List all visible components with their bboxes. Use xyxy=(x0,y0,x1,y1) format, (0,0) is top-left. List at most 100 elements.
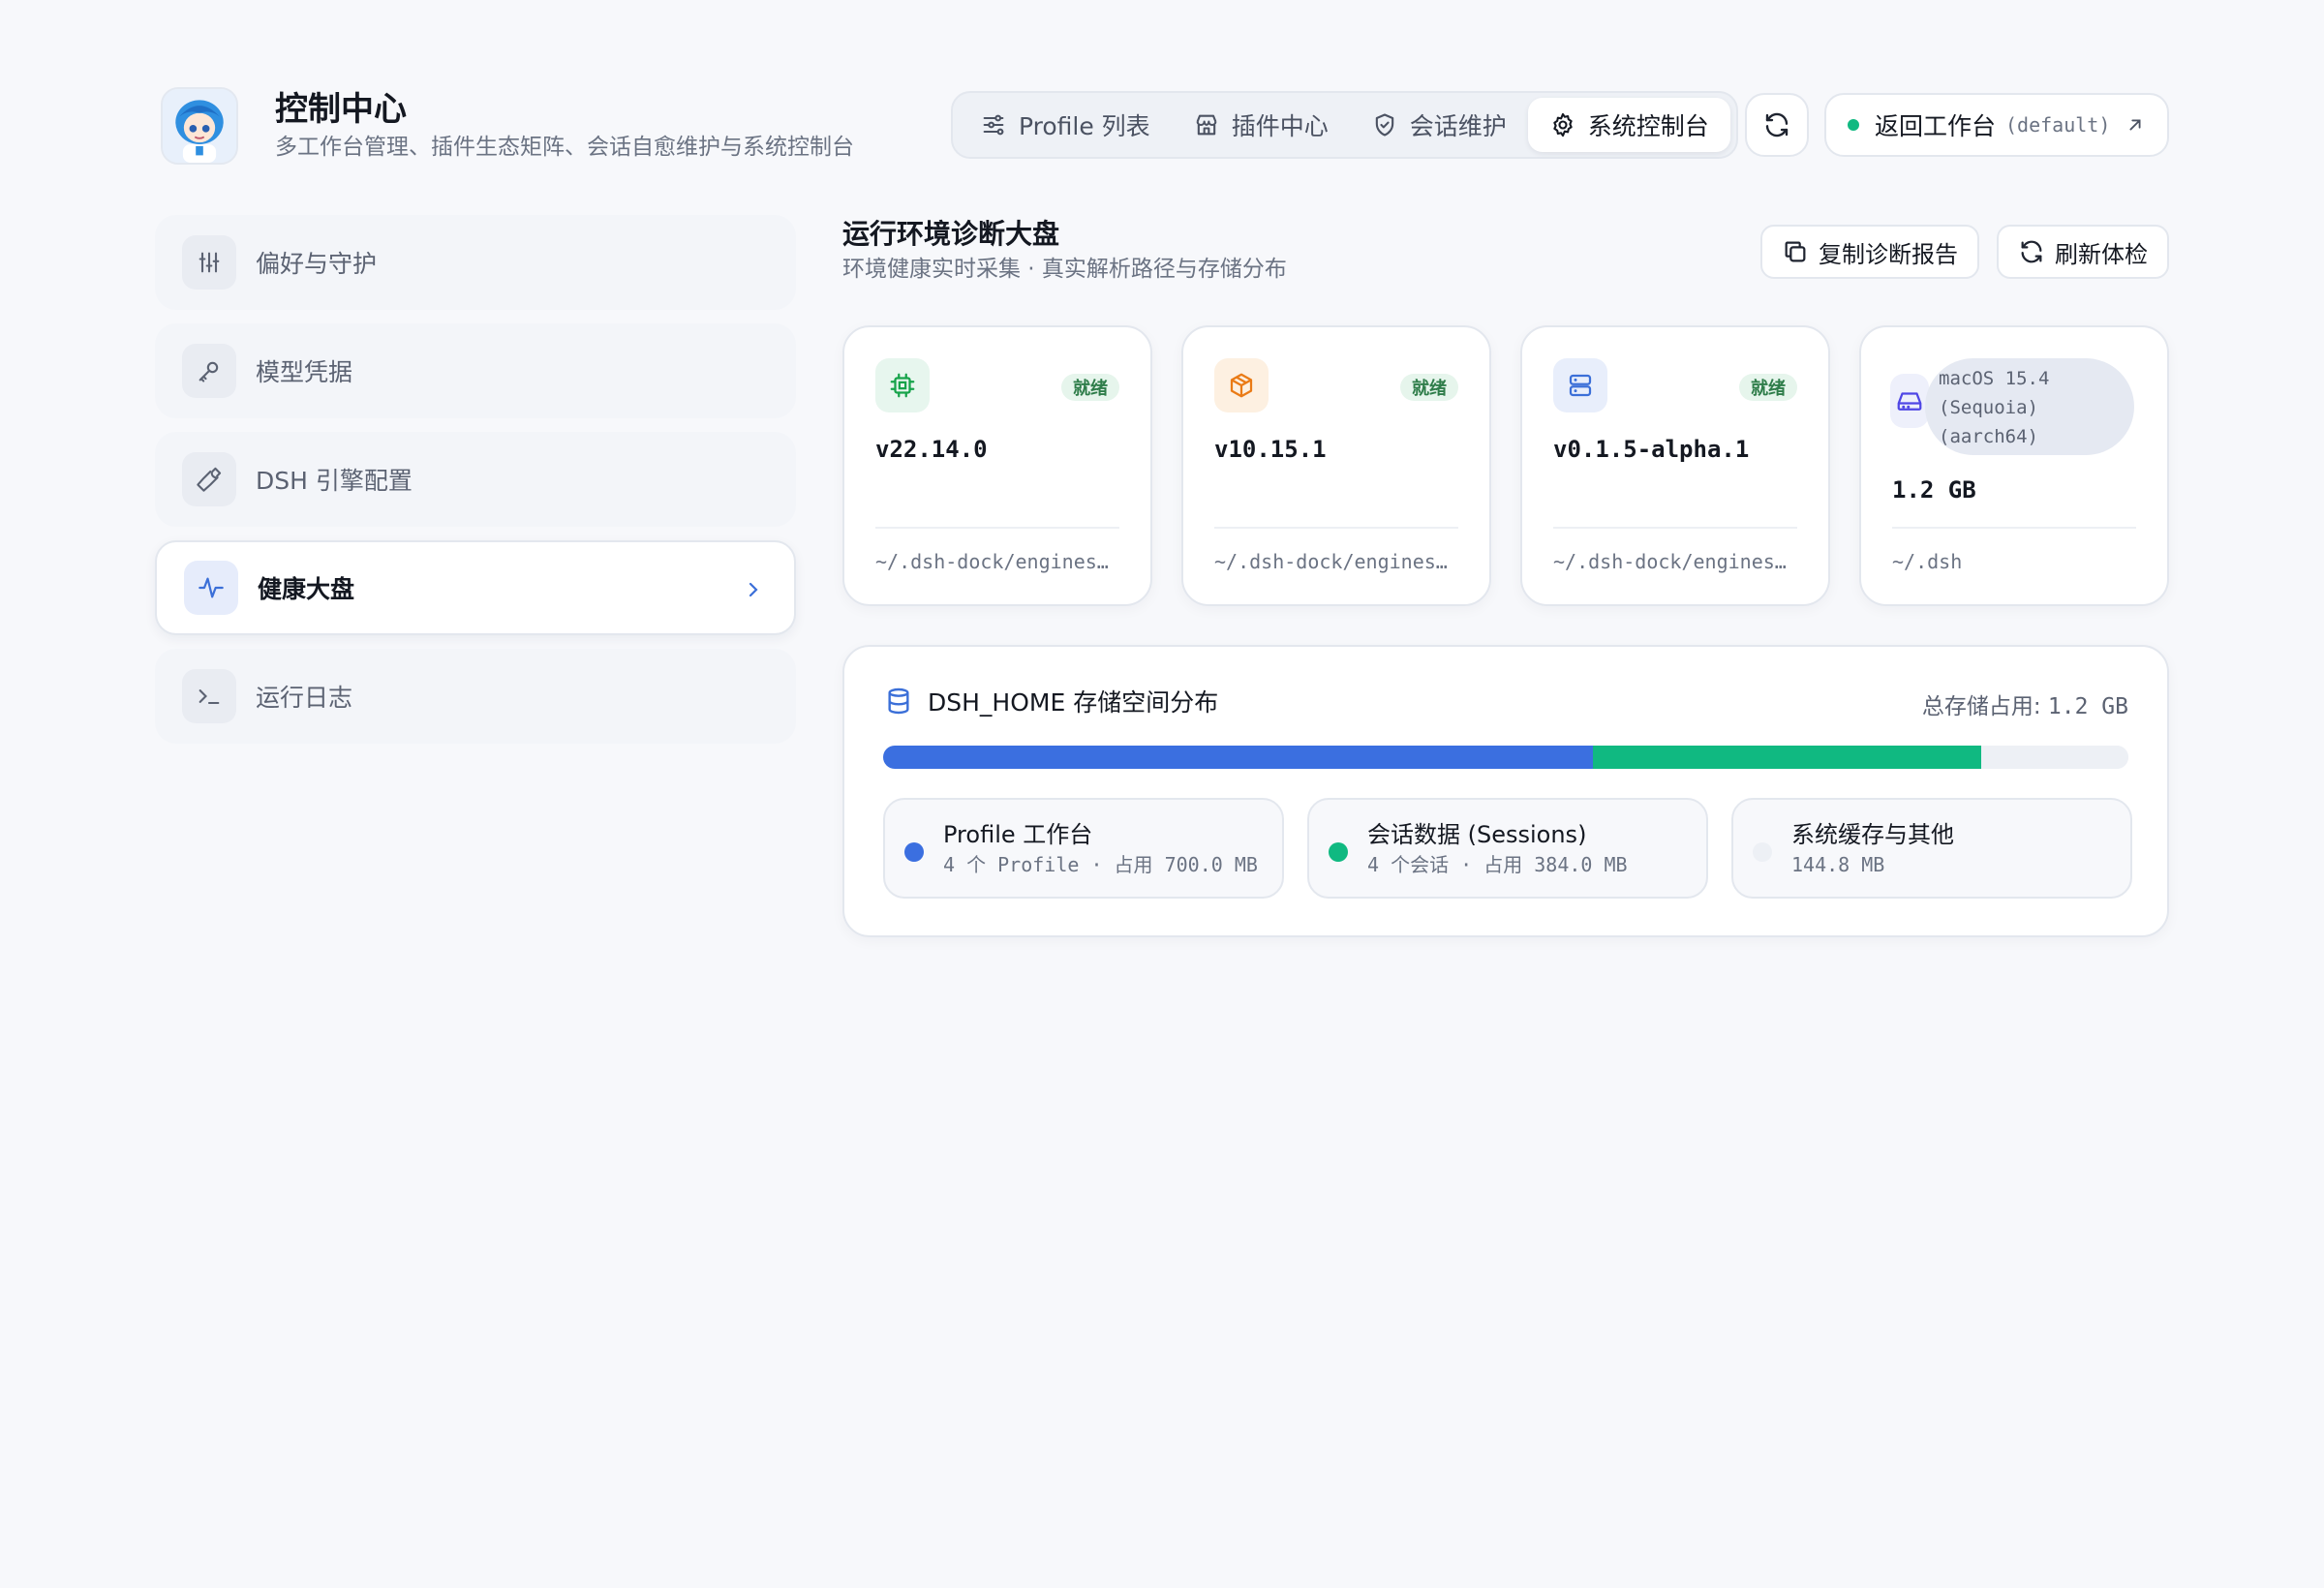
main-actions: 复制诊断报告 刷新体检 xyxy=(1743,225,2169,279)
tab-system-console[interactable]: 系统控制台 xyxy=(1527,98,1730,152)
sidebar-item-label: 模型凭据 xyxy=(256,358,353,386)
sidebar-item-health-dashboard[interactable]: 健康大盘 xyxy=(155,540,796,635)
os-info-pill: macOS 15.4 (Sequoia) (aarch64) xyxy=(1925,358,2134,455)
avatar-illustration xyxy=(163,89,236,163)
env-card-system: macOS 15.4 (Sequoia) (aarch64) 1.2 GB ~/… xyxy=(1859,325,2169,606)
tab-label: Profile 列表 xyxy=(1019,112,1150,140)
legend-dot xyxy=(1329,842,1348,862)
storage-size-value: 1.2 GB xyxy=(1892,476,1976,504)
storage-legend: Profile 工作台 4 个 Profile · 占用 700.0 MB 会话… xyxy=(883,798,2132,899)
copy-icon xyxy=(1782,238,1809,265)
sidebar-item-runtime-logs[interactable]: 运行日志 xyxy=(155,649,796,744)
sidebar-item-model-credentials[interactable]: 模型凭据 xyxy=(155,323,796,418)
back-to-workspace-button[interactable]: 返回工作台 (default) xyxy=(1824,93,2169,157)
activity-icon xyxy=(184,561,238,615)
main-header: 运行环境诊断大盘 环境健康实时采集 · 真实解析路径与存储分布 复制诊断报告 刷… xyxy=(842,215,2169,292)
shield-icon xyxy=(1371,111,1398,138)
os-line: macOS 15.4 xyxy=(1939,368,2050,389)
profile-tag: (default) xyxy=(2005,113,2111,137)
divider xyxy=(1892,527,2136,529)
tab-profile-list[interactable]: Profile 列表 xyxy=(959,98,1172,152)
status-dot xyxy=(1848,119,1859,131)
sidebar: 偏好与守护 模型凭据 DSH 引擎配置 健康大盘 运行日志 xyxy=(155,215,796,757)
install-path: ~/.dsh-dock/engines/node xyxy=(875,550,1119,573)
status-badge: 就绪 xyxy=(1061,374,1119,401)
sidebar-item-label: 运行日志 xyxy=(256,684,353,712)
legend-desc: 4 个会话 · 占用 384.0 MB xyxy=(1367,853,1628,876)
storage-total-value: 1.2 GB xyxy=(2047,694,2128,719)
store-icon xyxy=(1193,111,1220,138)
refresh-icon xyxy=(1762,110,1791,139)
sidebar-item-label: DSH 引擎配置 xyxy=(256,467,413,495)
home-path: ~/.dsh xyxy=(1892,550,1963,573)
status-badge: 就绪 xyxy=(1739,374,1797,401)
sidebar-item-label: 偏好与守护 xyxy=(256,250,378,278)
version-value: v0.1.5-alpha.1 xyxy=(1553,436,1750,463)
main-panel: 运行环境诊断大盘 环境健康实时采集 · 真实解析路径与存储分布 复制诊断报告 刷… xyxy=(842,215,2169,937)
terminal-icon xyxy=(182,669,236,723)
nav-tabs: Profile 列表 插件中心 会话维护 系统控制台 xyxy=(951,91,1738,159)
os-line: (Sequoia) xyxy=(1939,397,2038,418)
storage-total: 总存储占用: 1.2 GB xyxy=(1922,687,2128,720)
sidebar-item-preferences[interactable]: 偏好与守护 xyxy=(155,215,796,310)
storage-bar-segment xyxy=(883,746,1593,769)
install-path: ~/.dsh-dock/engines/dsh xyxy=(1553,550,1797,573)
legend-name: 系统缓存与其他 xyxy=(1791,821,1954,848)
legend-name: 会话数据 (Sessions) xyxy=(1367,821,1587,848)
database-icon xyxy=(883,686,914,717)
legend-item-sessions: 会话数据 (Sessions) 4 个会话 · 占用 384.0 MB xyxy=(1307,798,1708,899)
gear-icon xyxy=(1549,111,1576,138)
os-line: (aarch64) xyxy=(1939,426,2038,447)
cpu-icon xyxy=(875,358,930,412)
legend-desc: 144.8 MB xyxy=(1791,853,1885,876)
legend-item-profiles: Profile 工作台 4 个 Profile · 占用 700.0 MB xyxy=(883,798,1284,899)
wrench-icon xyxy=(182,452,236,506)
divider xyxy=(1214,527,1458,529)
tab-label: 系统控制台 xyxy=(1587,112,1709,140)
storage-title: DSH_HOME 存储空间分布 xyxy=(928,688,1219,717)
arrow-up-right-icon xyxy=(2125,114,2146,136)
tab-label: 插件中心 xyxy=(1231,112,1329,140)
refresh-checkup-label: 刷新体检 xyxy=(2055,240,2148,268)
storage-header: DSH_HOME 存储空间分布 xyxy=(883,684,1218,718)
sliders-vertical-icon xyxy=(182,235,236,290)
server-icon xyxy=(1553,358,1607,412)
env-cards: 就绪 v22.14.0 ~/.dsh-dock/engines/node 就绪 … xyxy=(842,325,2169,606)
top-header: 控制中心 多工作台管理、插件生态矩阵、会话自愈维护与系统控制台 Profile … xyxy=(161,87,2169,168)
hard-drive-icon xyxy=(1890,374,1929,428)
legend-desc: 4 个 Profile · 占用 700.0 MB xyxy=(943,853,1258,876)
env-card-node: 就绪 v22.14.0 ~/.dsh-dock/engines/node xyxy=(842,325,1152,606)
avatar xyxy=(161,87,238,165)
brand: 控制中心 多工作台管理、插件生态矩阵、会话自愈维护与系统控制台 xyxy=(161,87,854,165)
tab-plugin-center[interactable]: 插件中心 xyxy=(1172,98,1350,152)
storage-bar-segment xyxy=(1981,746,2128,769)
sliders-icon xyxy=(980,111,1007,138)
env-card-package-manager: 就绪 v10.15.1 ~/.dsh-dock/engines/pnpm xyxy=(1181,325,1491,606)
refresh-icon xyxy=(2018,238,2045,265)
tab-label: 会话维护 xyxy=(1409,112,1507,140)
app-subtitle: 多工作台管理、插件生态矩阵、会话自愈维护与系统控制台 xyxy=(275,135,854,160)
global-refresh-button[interactable] xyxy=(1745,93,1809,157)
tab-session-maintenance[interactable]: 会话维护 xyxy=(1350,98,1528,152)
sidebar-item-dsh-engine[interactable]: DSH 引擎配置 xyxy=(155,432,796,527)
legend-dot xyxy=(1753,842,1772,862)
key-icon xyxy=(182,344,236,398)
divider xyxy=(875,527,1119,529)
version-value: v10.15.1 xyxy=(1214,436,1327,463)
storage-bar-segment xyxy=(1592,746,1982,769)
copy-report-button[interactable]: 复制诊断报告 xyxy=(1760,225,1979,279)
legend-name: Profile 工作台 xyxy=(943,821,1093,848)
refresh-checkup-button[interactable]: 刷新体检 xyxy=(1997,225,2169,279)
storage-total-label: 总存储占用: xyxy=(1921,694,2041,719)
version-value: v22.14.0 xyxy=(875,436,988,463)
sidebar-item-label: 健康大盘 xyxy=(258,575,355,603)
divider xyxy=(1553,527,1797,529)
app-title: 控制中心 xyxy=(275,90,407,129)
install-path: ~/.dsh-dock/engines/pnpm xyxy=(1214,550,1458,573)
chevron-right-icon xyxy=(742,578,765,601)
package-icon xyxy=(1214,358,1269,412)
storage-panel: DSH_HOME 存储空间分布 总存储占用: 1.2 GB Profile 工作… xyxy=(842,645,2169,937)
storage-bar xyxy=(883,746,2128,769)
legend-dot xyxy=(904,842,924,862)
copy-report-label: 复制诊断报告 xyxy=(1819,240,1958,268)
